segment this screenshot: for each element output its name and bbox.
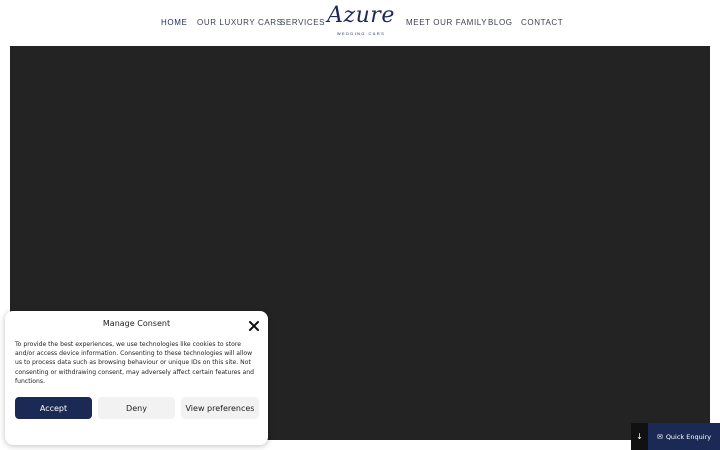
close-icon[interactable] [248,317,260,331]
quick-enquiry-button[interactable]: ✉ Quick Enquiry [648,423,720,450]
consent-title: Manage Consent [102,319,171,328]
scroll-down-button[interactable]: ↓ [631,423,648,450]
nav-meet-family[interactable]: MEET OUR FAMILY [406,18,487,27]
nav-home[interactable]: HOME [161,18,187,27]
deny-button[interactable]: Deny [98,397,175,419]
accept-button[interactable]: Accept [15,397,92,419]
nav-contact[interactable]: CONTACT [521,18,563,27]
consent-dialog: Manage Consent To provide the best exper… [5,311,268,445]
quick-enquiry-label: Quick Enquiry [665,432,712,441]
consent-body: To provide the best experiences, we use … [15,341,255,385]
logo-wordmark: Azure [327,3,395,28]
site-logo[interactable]: Azure WEDDING CARS [327,5,395,41]
mail-icon: ✉ [656,432,663,441]
nav-luxury-cars[interactable]: OUR LUXURY CARS [197,18,283,27]
arrow-down-icon: ↓ [636,432,643,441]
logo-tagline: WEDDING CARS [336,31,386,36]
nav-services[interactable]: SERVICES [280,18,325,27]
nav-blog[interactable]: BLOG [488,18,513,27]
main-nav: HOME OUR LUXURY CARS SERVICES Azure WEDD… [0,0,720,46]
view-preferences-button[interactable]: View preferences [181,397,259,419]
